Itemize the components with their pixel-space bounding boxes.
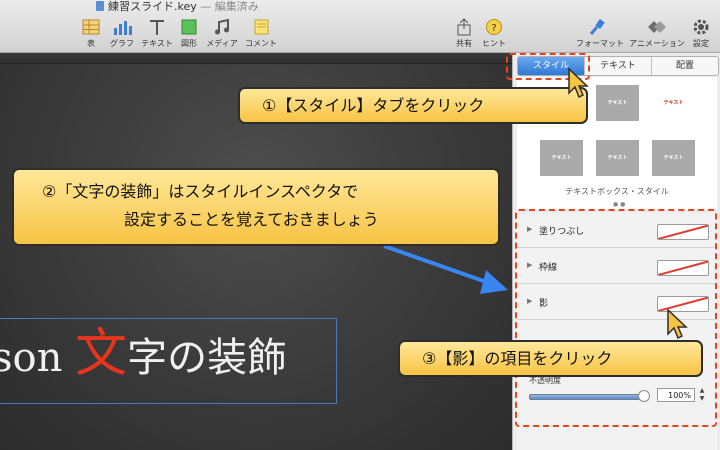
toolbar-animation-label: アニメーション (629, 39, 685, 48)
callout-step1: ①【スタイル】タブをクリック (238, 87, 588, 124)
toolbar-hint-label: ヒント (482, 39, 506, 48)
format-icon (587, 18, 607, 36)
toolbar-shape-button[interactable]: 図形 (178, 18, 200, 50)
callout-step2: ②「文字の装飾」はスタイルインスペクタで 設定することを覚えておきましょう (12, 168, 500, 246)
canvas-ruler (0, 53, 512, 64)
document-name: 練習スライド.key (108, 0, 197, 13)
toolbar-settings-label: 設定 (693, 39, 709, 48)
shape-icon (179, 18, 199, 36)
document-icon (96, 1, 104, 11)
toolbar-media-button[interactable]: メディア (204, 18, 240, 50)
media-icon (212, 18, 232, 36)
swatch-caption: テキストボックス・スタイル (565, 187, 669, 196)
toolbar-format-button[interactable]: フォーマット (576, 18, 624, 50)
toolbar-text-label: テキスト (141, 39, 173, 48)
pointer-arrow-icon (383, 244, 508, 294)
tab-arrange[interactable]: 配置 (652, 57, 718, 75)
tab-text[interactable]: テキスト (585, 57, 652, 75)
toolbar-format-label: フォーマット (576, 39, 624, 48)
animation-icon (647, 18, 667, 36)
table-icon (81, 18, 101, 36)
settings-icon (691, 18, 711, 36)
callout-step1-text: ①【スタイル】タブをクリック (262, 96, 485, 115)
page-dots[interactable]: ● ● (613, 201, 625, 208)
mouse-cursor-icon (568, 67, 589, 99)
toolbar-table-label: 表 (87, 39, 95, 48)
svg-text:?: ? (491, 23, 496, 34)
toolbar-animation-button[interactable]: アニメーション (628, 18, 686, 50)
toolbar: 練習スライド.key — 編集済み 表 グラフ テキスト 図形 メディア コメン… (0, 0, 720, 53)
toolbar-text-button[interactable]: テキスト (140, 18, 174, 50)
style-swatch[interactable]: テキスト (596, 85, 639, 121)
hint-icon: ? (484, 18, 504, 36)
callout-step3: ③【影】の項目をクリック (398, 340, 703, 377)
edited-status: 編集済み (214, 0, 259, 13)
toolbar-table-button[interactable]: 表 (80, 18, 102, 50)
text-icon (147, 18, 167, 36)
toolbar-share-button[interactable]: 共有 (452, 18, 476, 50)
toolbar-comment-button[interactable]: コメント (243, 18, 279, 50)
callout-step3-text: ③【影】の項目をクリック (422, 349, 613, 368)
chart-icon (112, 18, 132, 36)
callout-step2-line1: ②「文字の装飾」はスタイルインスペクタで (42, 182, 359, 201)
toolbar-hint-button[interactable]: ? ヒント (480, 18, 508, 50)
title-separator: — (196, 0, 215, 13)
style-swatch[interactable]: テキスト (540, 140, 583, 176)
mouse-cursor-icon (667, 308, 688, 340)
slide-text-highlight: 文 (75, 324, 128, 384)
window-title: 練習スライド.key — 編集済み (0, 0, 720, 14)
toolbar-comment-label: コメント (245, 39, 277, 48)
toolbar-chart-label: グラフ (110, 39, 134, 48)
toolbar-share-label: 共有 (456, 39, 472, 48)
style-swatch[interactable]: テキスト (652, 140, 695, 176)
slide-text[interactable]: son 文字の装飾 (0, 326, 287, 386)
share-icon (454, 18, 474, 36)
toolbar-shape-label: 図形 (181, 39, 197, 48)
style-swatch[interactable]: テキスト (652, 85, 695, 121)
style-swatch[interactable]: テキスト (596, 140, 639, 176)
comment-icon (251, 18, 271, 36)
toolbar-settings-button[interactable]: 設定 (690, 18, 712, 50)
callout-step2-line2: 設定することを覚えておきましょう (124, 210, 379, 229)
slide-text-rest: 字の装飾 (127, 335, 288, 381)
toolbar-chart-button[interactable]: グラフ (108, 18, 136, 50)
toolbar-media-label: メディア (206, 39, 238, 48)
slide-text-prefix: son (0, 335, 63, 381)
